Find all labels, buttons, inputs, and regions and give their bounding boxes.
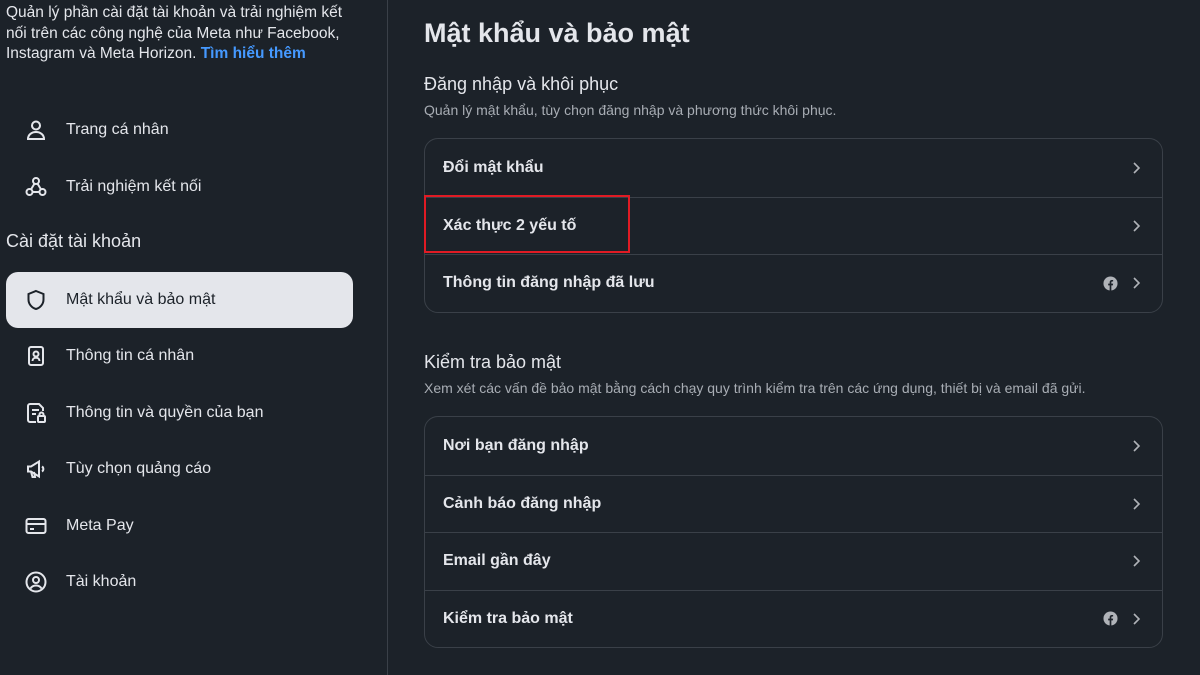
sidebar: Quản lý phần cài đặt tài khoản và trải n… <box>0 0 388 675</box>
chevron-right-icon <box>1133 162 1141 174</box>
sidebar-item-label: Meta Pay <box>66 517 134 534</box>
sidebar-item-profile[interactable]: Trang cá nhân <box>6 102 353 158</box>
person-icon <box>24 118 48 142</box>
security-checkup-row[interactable]: Kiểm tra bảo mật <box>425 589 1162 648</box>
login-recovery-heading: Đăng nhập và khôi phục <box>424 74 619 94</box>
saved-login-row[interactable]: Thông tin đăng nhập đã lưu <box>425 254 1162 312</box>
sidebar-item-your-information-permissions[interactable]: Thông tin và quyền của bạn <box>6 385 353 441</box>
security-checks-heading: Kiểm tra bảo mật <box>424 352 562 372</box>
two-factor-auth-row[interactable]: Xác thực 2 yếu tố <box>425 196 1162 255</box>
sidebar-intro: Quản lý phần cài đặt tài khoản và trải n… <box>6 3 356 65</box>
sidebar-item-label: Trải nghiệm kết nối <box>66 178 202 195</box>
recent-emails-row[interactable]: Email gần đây <box>425 532 1162 590</box>
sidebar-item-accounts[interactable]: Tài khoản <box>6 554 353 610</box>
chevron-right-icon <box>1133 613 1141 625</box>
chevron-right-icon <box>1133 498 1141 510</box>
row-label: Email gần đây <box>443 552 551 570</box>
page-title: Mật khẩu và bảo mật <box>424 18 690 48</box>
row-label: Thông tin đăng nhập đã lưu <box>443 274 655 292</box>
row-label: Kiểm tra bảo mật <box>443 609 573 627</box>
chevron-right-icon <box>1133 277 1141 289</box>
sidebar-item-label: Thông tin và quyền của bạn <box>66 404 264 421</box>
row-label: Đổi mật khẩu <box>443 158 544 176</box>
security-checks-card: Nơi bạn đăng nhập Cảnh báo đăng nhập Ema… <box>424 416 1163 648</box>
sidebar-item-connected-experiences[interactable]: Trải nghiệm kết nối <box>6 159 353 215</box>
row-label: Xác thực 2 yếu tố <box>443 216 577 234</box>
login-alerts-row[interactable]: Cảnh báo đăng nhập <box>425 474 1162 533</box>
login-recovery-description: Quản lý mật khẩu, tùy chọn đăng nhập và … <box>424 102 837 118</box>
connected-nodes-icon <box>24 175 48 199</box>
chevron-right-icon <box>1133 220 1141 232</box>
account-circle-icon <box>24 570 48 594</box>
login-recovery-card: Đổi mật khẩu Xác thực 2 yếu tố Thông tin… <box>424 138 1163 313</box>
learn-more-link[interactable]: Tìm hiểu thêm <box>201 45 306 62</box>
facebook-icon <box>1103 611 1118 626</box>
sidebar-item-label: Mật khẩu và bảo mật <box>66 291 216 308</box>
document-lock-icon <box>24 401 48 425</box>
sidebar-item-personal-details[interactable]: Thông tin cá nhân <box>6 328 353 384</box>
sidebar-item-ad-preferences[interactable]: Tùy chọn quảng cáo <box>6 441 353 497</box>
row-label: Cảnh báo đăng nhập <box>443 494 602 512</box>
shield-icon <box>24 288 48 312</box>
id-card-icon <box>24 344 48 368</box>
account-settings-heading: Cài đặt tài khoản <box>6 231 142 251</box>
sidebar-item-meta-pay[interactable]: Meta Pay <box>6 498 353 554</box>
row-label: Nơi bạn đăng nhập <box>443 436 589 454</box>
sidebar-item-password-security[interactable]: Mật khẩu và bảo mật <box>6 272 353 328</box>
change-password-row[interactable]: Đổi mật khẩu <box>425 139 1162 197</box>
sidebar-item-label: Tùy chọn quảng cáo <box>66 460 211 477</box>
sidebar-item-label: Tài khoản <box>66 573 137 590</box>
sidebar-item-label: Trang cá nhân <box>66 121 169 138</box>
sidebar-item-label: Thông tin cá nhân <box>66 347 195 364</box>
chevron-right-icon <box>1133 555 1141 567</box>
facebook-icon <box>1103 276 1118 291</box>
credit-card-icon <box>24 514 48 538</box>
where-logged-in-row[interactable]: Nơi bạn đăng nhập <box>425 417 1162 475</box>
chevron-right-icon <box>1133 440 1141 452</box>
megaphone-icon <box>24 457 48 481</box>
security-checks-description: Xem xét các vấn đề bảo mật bằng cách chạ… <box>424 380 1086 396</box>
